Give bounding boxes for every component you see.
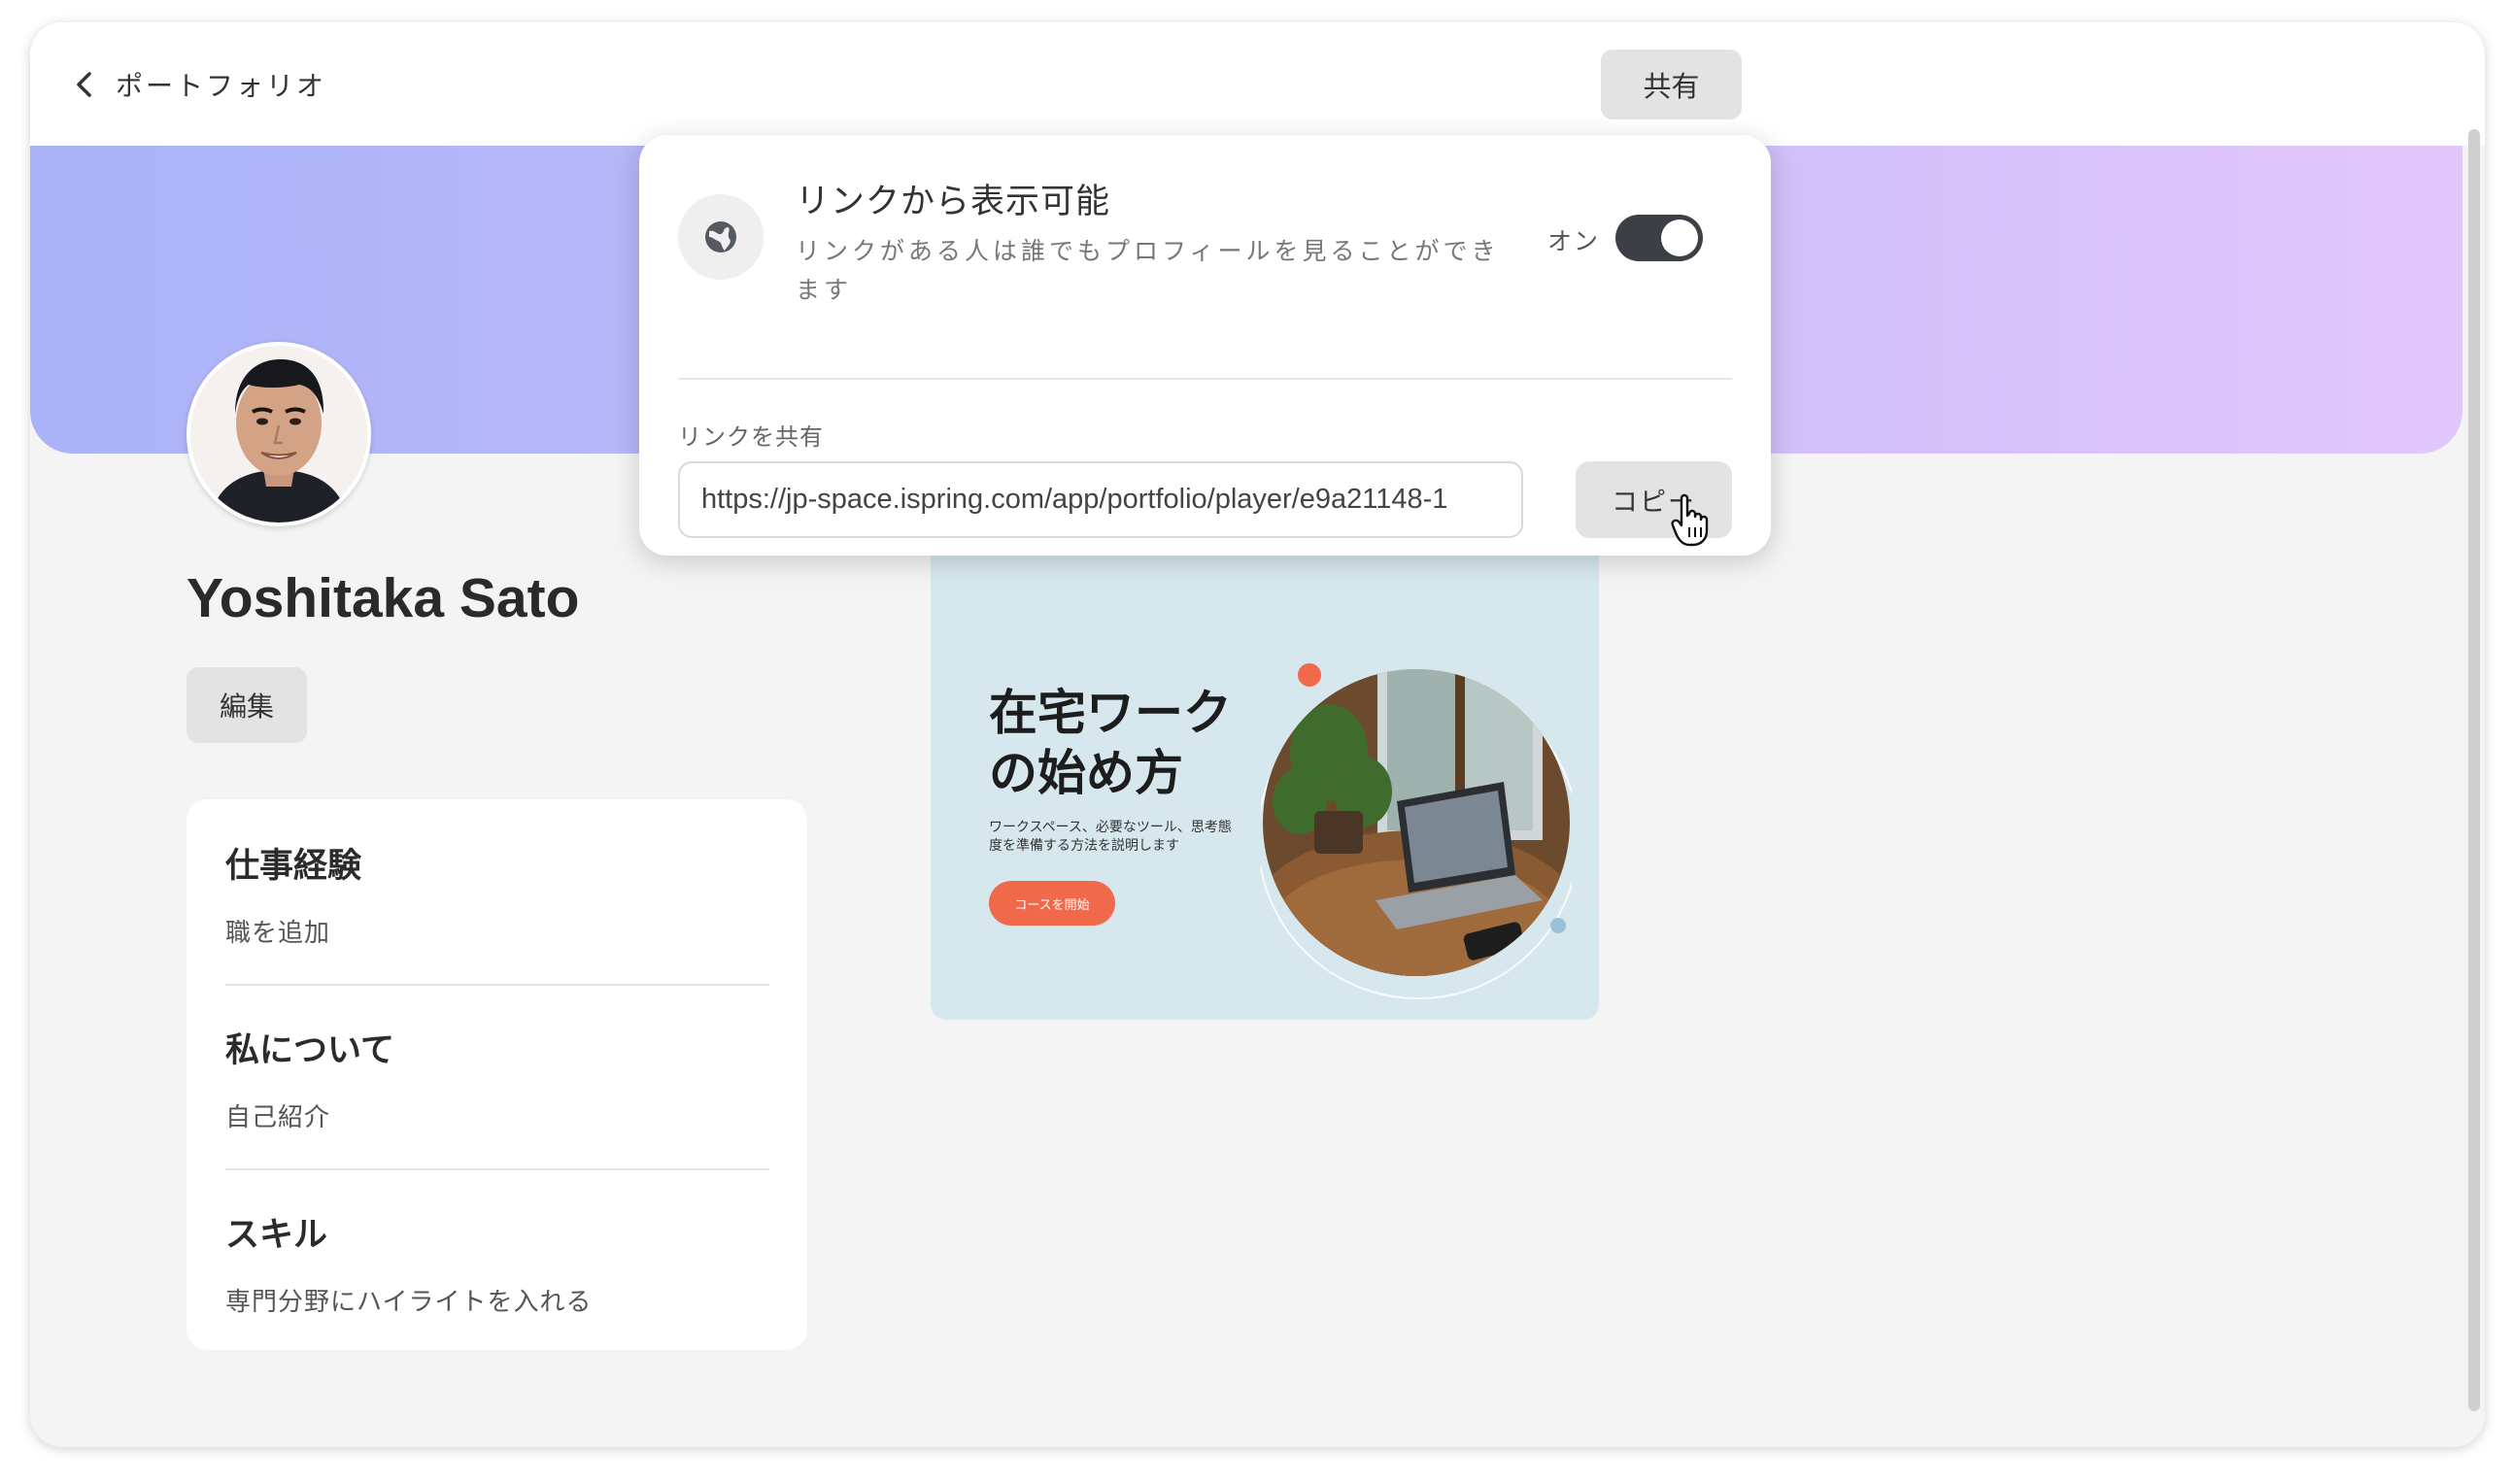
user-name: Yoshitaka Sato (187, 567, 580, 629)
workspace-illustration (1261, 663, 1572, 999)
toggle-knob (1661, 219, 1698, 256)
section-heading: 仕事経験 (225, 847, 362, 886)
section-heading: 私について (225, 1031, 394, 1070)
top-bar: ポートフォリオ 共有 (30, 22, 2485, 146)
edit-profile-button[interactable]: 編集 (187, 667, 307, 743)
page-title: ポートフォリオ (116, 70, 327, 102)
profile-info-card: 仕事経験 職を追加 私について 自己紹介 スキル 専門分野にハイライトを入れる (187, 799, 807, 1350)
globe-icon (705, 221, 736, 253)
globe-icon-container (678, 194, 764, 280)
popup-title: リンクから表示可能 (796, 183, 1111, 221)
share-popup: リンクから表示可能 リンクがある人は誰でもプロフィールを見ることができます オン… (639, 135, 1771, 556)
course-description: ワークスペース、必要なツール、思考態度を準備する方法を説明します (989, 820, 1232, 854)
link-label: リンクを共有 (678, 423, 824, 451)
skills-section[interactable]: スキル 専門分野にハイライトを入れる (225, 1207, 769, 1318)
app-window: ポートフォリオ 共有 Yoshitaka Sato 編集 仕事経験 職を追加 私… (30, 22, 2485, 1447)
section-divider (225, 984, 769, 986)
course-title: 在宅ワークの始め方 (989, 685, 1232, 801)
link-visibility-toggle[interactable] (1615, 215, 1703, 261)
section-subtext: 職を追加 (225, 919, 331, 948)
avatar-portrait (190, 346, 367, 523)
avatar (187, 342, 371, 526)
share-link-input[interactable] (678, 461, 1523, 538)
toggle-label: オン (1547, 227, 1601, 255)
section-heading: スキル (225, 1216, 328, 1255)
section-subtext: 専門分野にハイライトを入れる (225, 1288, 593, 1317)
chevron-left-icon[interactable] (65, 65, 104, 104)
share-button[interactable]: 共有 (1601, 50, 1742, 119)
course-start-button[interactable]: コースを開始 (989, 881, 1115, 926)
scrollbar[interactable] (2468, 129, 2480, 1411)
copy-button[interactable]: コピー (1576, 461, 1732, 538)
section-divider (225, 1168, 769, 1170)
about-me-section[interactable]: 私について 自己紹介 (225, 1023, 769, 1133)
section-subtext: 自己紹介 (225, 1103, 331, 1132)
popup-divider (678, 378, 1732, 380)
work-experience-section[interactable]: 仕事経験 職を追加 (225, 838, 769, 949)
popup-description: リンクがある人は誰でもプロフィールを見ることができます (796, 237, 1500, 304)
